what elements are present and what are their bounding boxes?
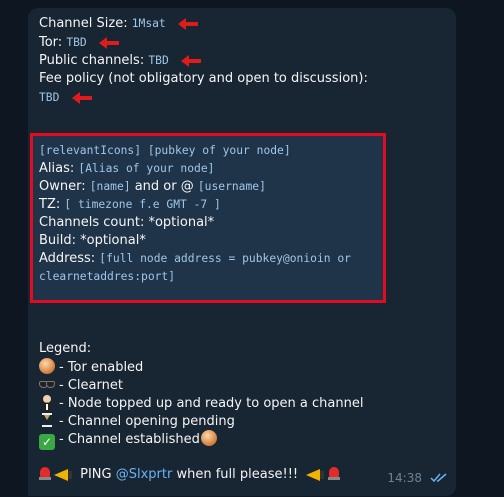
address-placeholder-1: [full node address = pubkey@onioin or <box>99 252 351 265</box>
legend-item-text: - Node topped up and ready to open a cha… <box>59 396 364 411</box>
mention-link[interactable]: @Slxprtr <box>116 467 173 482</box>
fee-policy-label: Fee policy (not obligatory and open to d… <box>39 71 368 86</box>
owner-name-placeholder: [name] <box>89 180 131 193</box>
legend-title-text: Legend: <box>39 341 92 356</box>
template-build-line: Build: *optional* <box>39 232 146 250</box>
red-arrow-icon <box>71 91 92 104</box>
megaphone-icon <box>54 467 72 481</box>
channel-size-line: Channel Size: 1Msat <box>39 15 198 33</box>
template-address-line: Address: [full node address = pubkey@oni… <box>39 250 351 268</box>
check-mark-icon: ✓ <box>39 434 55 450</box>
channel-size-label: Channel Size: <box>39 16 128 31</box>
tor-value: TBD <box>66 36 87 49</box>
tz-placeholder: [ timezone f.e GMT -7 ] <box>64 198 221 211</box>
double-check-icon <box>430 473 447 483</box>
legend-item-clearnet: - Clearnet <box>39 376 123 395</box>
person-icon <box>39 394 55 410</box>
owner-label: Owner: <box>39 179 86 194</box>
template-owner-line: Owner: [name] and or @ [username] <box>39 178 266 196</box>
legend-item-text: - Channel opening pending <box>59 414 235 429</box>
channels-count-text: Channels count: *optional* <box>39 215 215 230</box>
template-icons-pubkey-line: [relevantIcons] [pubkey of your node] <box>39 142 291 160</box>
hourglass-icon <box>39 412 55 428</box>
sunglasses-icon <box>39 376 55 392</box>
template-channels-count-line: Channels count: *optional* <box>39 214 214 232</box>
legend-item-text: - Tor enabled <box>59 360 144 375</box>
owner-username-placeholder: [username] <box>197 180 266 193</box>
template-address-line-2: clearnetaddres:port] <box>39 268 175 286</box>
ping-line: PING @Slxprtr when full please!!! <box>39 465 343 484</box>
legend-item-tor: - Tor enabled <box>39 358 143 377</box>
alias-label: Alias: <box>39 161 75 176</box>
tz-label: TZ: <box>39 197 61 212</box>
onion-icon <box>39 358 55 374</box>
ping-suffix: when full please!!! <box>172 467 299 482</box>
alias-placeholder: [Alias of your node] <box>78 162 215 175</box>
fee-policy-line: Fee policy (not obligatory and open to d… <box>39 70 368 88</box>
ping-text: PING <box>76 467 116 482</box>
icons-pubkey-placeholder: [relevantIcons] [pubkey of your node] <box>39 144 291 157</box>
tor-label: Tor: <box>39 35 63 50</box>
legend-item-text: - Channel established <box>59 432 200 447</box>
channel-size-value: 1Msat <box>131 17 166 30</box>
fee-policy-value: TBD <box>39 91 60 104</box>
red-arrow-icon <box>180 54 201 67</box>
megaphone-icon <box>306 467 325 481</box>
template-alias-line: Alias: [Alias of your node] <box>39 160 214 178</box>
siren-icon <box>328 465 341 481</box>
template-tz-line: TZ: [ timezone f.e GMT -7 ] <box>39 196 221 214</box>
legend-title: Legend: <box>39 340 91 358</box>
address-label: Address: <box>39 251 96 266</box>
tor-line: Tor: TBD <box>39 34 119 52</box>
build-text: Build: *optional* <box>39 233 146 248</box>
message-time: 14:38 <box>387 471 422 485</box>
red-arrow-icon <box>177 17 198 30</box>
public-channels-label: Public channels: <box>39 53 145 68</box>
legend-item-text: - Clearnet <box>59 378 123 393</box>
red-arrow-icon <box>98 36 119 49</box>
siren-icon <box>39 465 51 481</box>
legend-item-pending: - Channel opening pending <box>39 412 235 431</box>
fee-policy-value-line: TBD <box>39 89 92 107</box>
address-placeholder-2: clearnetaddres:port] <box>39 270 176 283</box>
legend-item-topped-up: - Node topped up and ready to open a cha… <box>39 394 363 413</box>
legend-item-established: ✓ - Channel established <box>39 430 221 450</box>
public-channels-value: TBD <box>148 54 169 67</box>
owner-and-or: and or @ <box>134 179 194 194</box>
onion-icon <box>200 430 217 446</box>
public-channels-line: Public channels: TBD <box>39 52 201 70</box>
